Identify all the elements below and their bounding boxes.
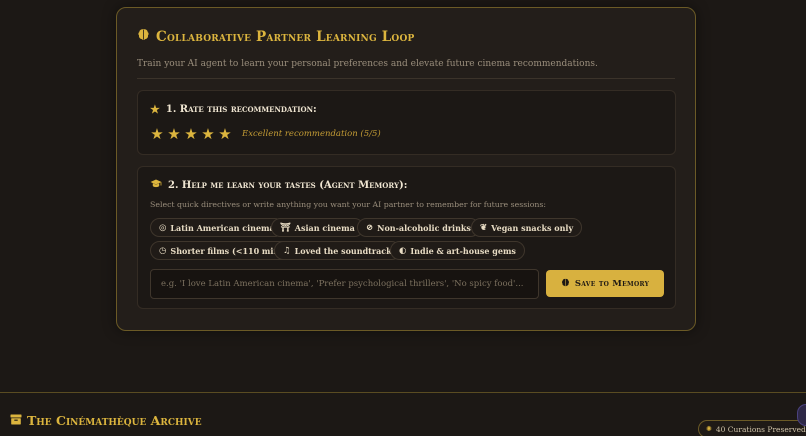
memory-subtitle: Select quick directives or write anythin… xyxy=(150,200,547,209)
panel-subtitle: Train your AI agent to learn your person… xyxy=(137,59,598,69)
star-rating: ★ ★ ★ ★ ★ Excellent recommendation (5/5) xyxy=(149,126,381,142)
star-3-icon[interactable]: ★ xyxy=(183,126,199,142)
seedling-icon: ❦ xyxy=(480,222,488,233)
chip-latin-american-cinema[interactable]: ◎ Latin American cinema xyxy=(150,218,284,237)
chip-asian-cinema[interactable]: ⛩ Asian cinema xyxy=(271,218,364,237)
panel-title-text: Collaborative Partner Learning Loop xyxy=(156,28,415,45)
sun-icon: ✺ xyxy=(706,425,712,433)
brain-icon xyxy=(561,278,570,290)
palette-icon: ◐ xyxy=(399,245,407,256)
chip-vegan-snacks-only[interactable]: ❦ Vegan snacks only xyxy=(471,218,583,237)
divider xyxy=(137,78,675,79)
torii-gate-icon: ⛩ xyxy=(280,222,291,233)
footer-divider xyxy=(0,392,806,393)
rating-card: ★ 1. Rate this recommendation: ★ ★ ★ ★ ★… xyxy=(137,90,676,155)
clock-icon: ◷ xyxy=(159,245,167,256)
curations-text: 40 Curations Preserved xyxy=(715,424,806,434)
star-2-icon[interactable]: ★ xyxy=(166,126,182,142)
chip-label: Non-alcoholic drinks xyxy=(377,222,471,233)
floating-assistant-button[interactable] xyxy=(797,404,806,426)
star-1-icon[interactable]: ★ xyxy=(149,126,165,142)
chip-indie-art-house-gems[interactable]: ◐ Indie & art-house gems xyxy=(390,241,525,260)
save-button-label: Save to Memory xyxy=(574,278,650,289)
chip-label: Shorter films (<110 min) xyxy=(170,245,284,256)
agent-memory-card: 2. Help me learn your tastes (Agent Memo… xyxy=(137,166,676,309)
chip-label: Latin American cinema xyxy=(170,222,275,233)
panel-title: Collaborative Partner Learning Loop xyxy=(137,28,414,45)
music-icon: ♫ xyxy=(283,245,291,256)
star-5-icon[interactable]: ★ xyxy=(217,126,233,142)
star-4-icon[interactable]: ★ xyxy=(200,126,216,142)
chip-shorter-films[interactable]: ◷ Shorter films (<110 min) xyxy=(150,241,293,260)
archive-icon xyxy=(10,413,22,428)
footer-brand[interactable]: The Cinémathèque Archive xyxy=(10,413,202,428)
learning-loop-panel: Collaborative Partner Learning Loop Trai… xyxy=(116,7,696,331)
footer-brand-text: The Cinémathèque Archive xyxy=(27,413,202,428)
chip-loved-the-soundtrack[interactable]: ♫ Loved the soundtrack xyxy=(274,241,401,260)
chip-label: Indie & art-house gems xyxy=(410,245,516,256)
save-to-memory-button[interactable]: Save to Memory xyxy=(546,270,664,297)
memory-title-text: 2. Help me learn your tastes (Agent Memo… xyxy=(168,180,408,191)
star-icon: ★ xyxy=(150,103,160,116)
memory-title: 2. Help me learn your tastes (Agent Memo… xyxy=(150,179,407,192)
rating-title-text: 1. Rate this recommendation: xyxy=(165,104,317,115)
chip-label: Asian cinema xyxy=(294,222,355,233)
curations-badge: ✺ 40 Curations Preserved xyxy=(698,420,806,436)
rating-title: ★ 1. Rate this recommendation: xyxy=(150,103,317,116)
brain-icon xyxy=(137,28,150,45)
ban-icon: ⊘ xyxy=(366,222,374,233)
globe-icon: ◎ xyxy=(159,222,167,233)
chip-label: Loved the soundtrack xyxy=(294,245,392,256)
chip-label: Vegan snacks only xyxy=(491,222,574,233)
rating-caption: Excellent recommendation (5/5) xyxy=(242,129,381,139)
graduation-cap-icon xyxy=(150,179,162,192)
memory-input[interactable] xyxy=(150,269,539,299)
chip-non-alcoholic-drinks[interactable]: ⊘ Non-alcoholic drinks xyxy=(357,218,480,237)
